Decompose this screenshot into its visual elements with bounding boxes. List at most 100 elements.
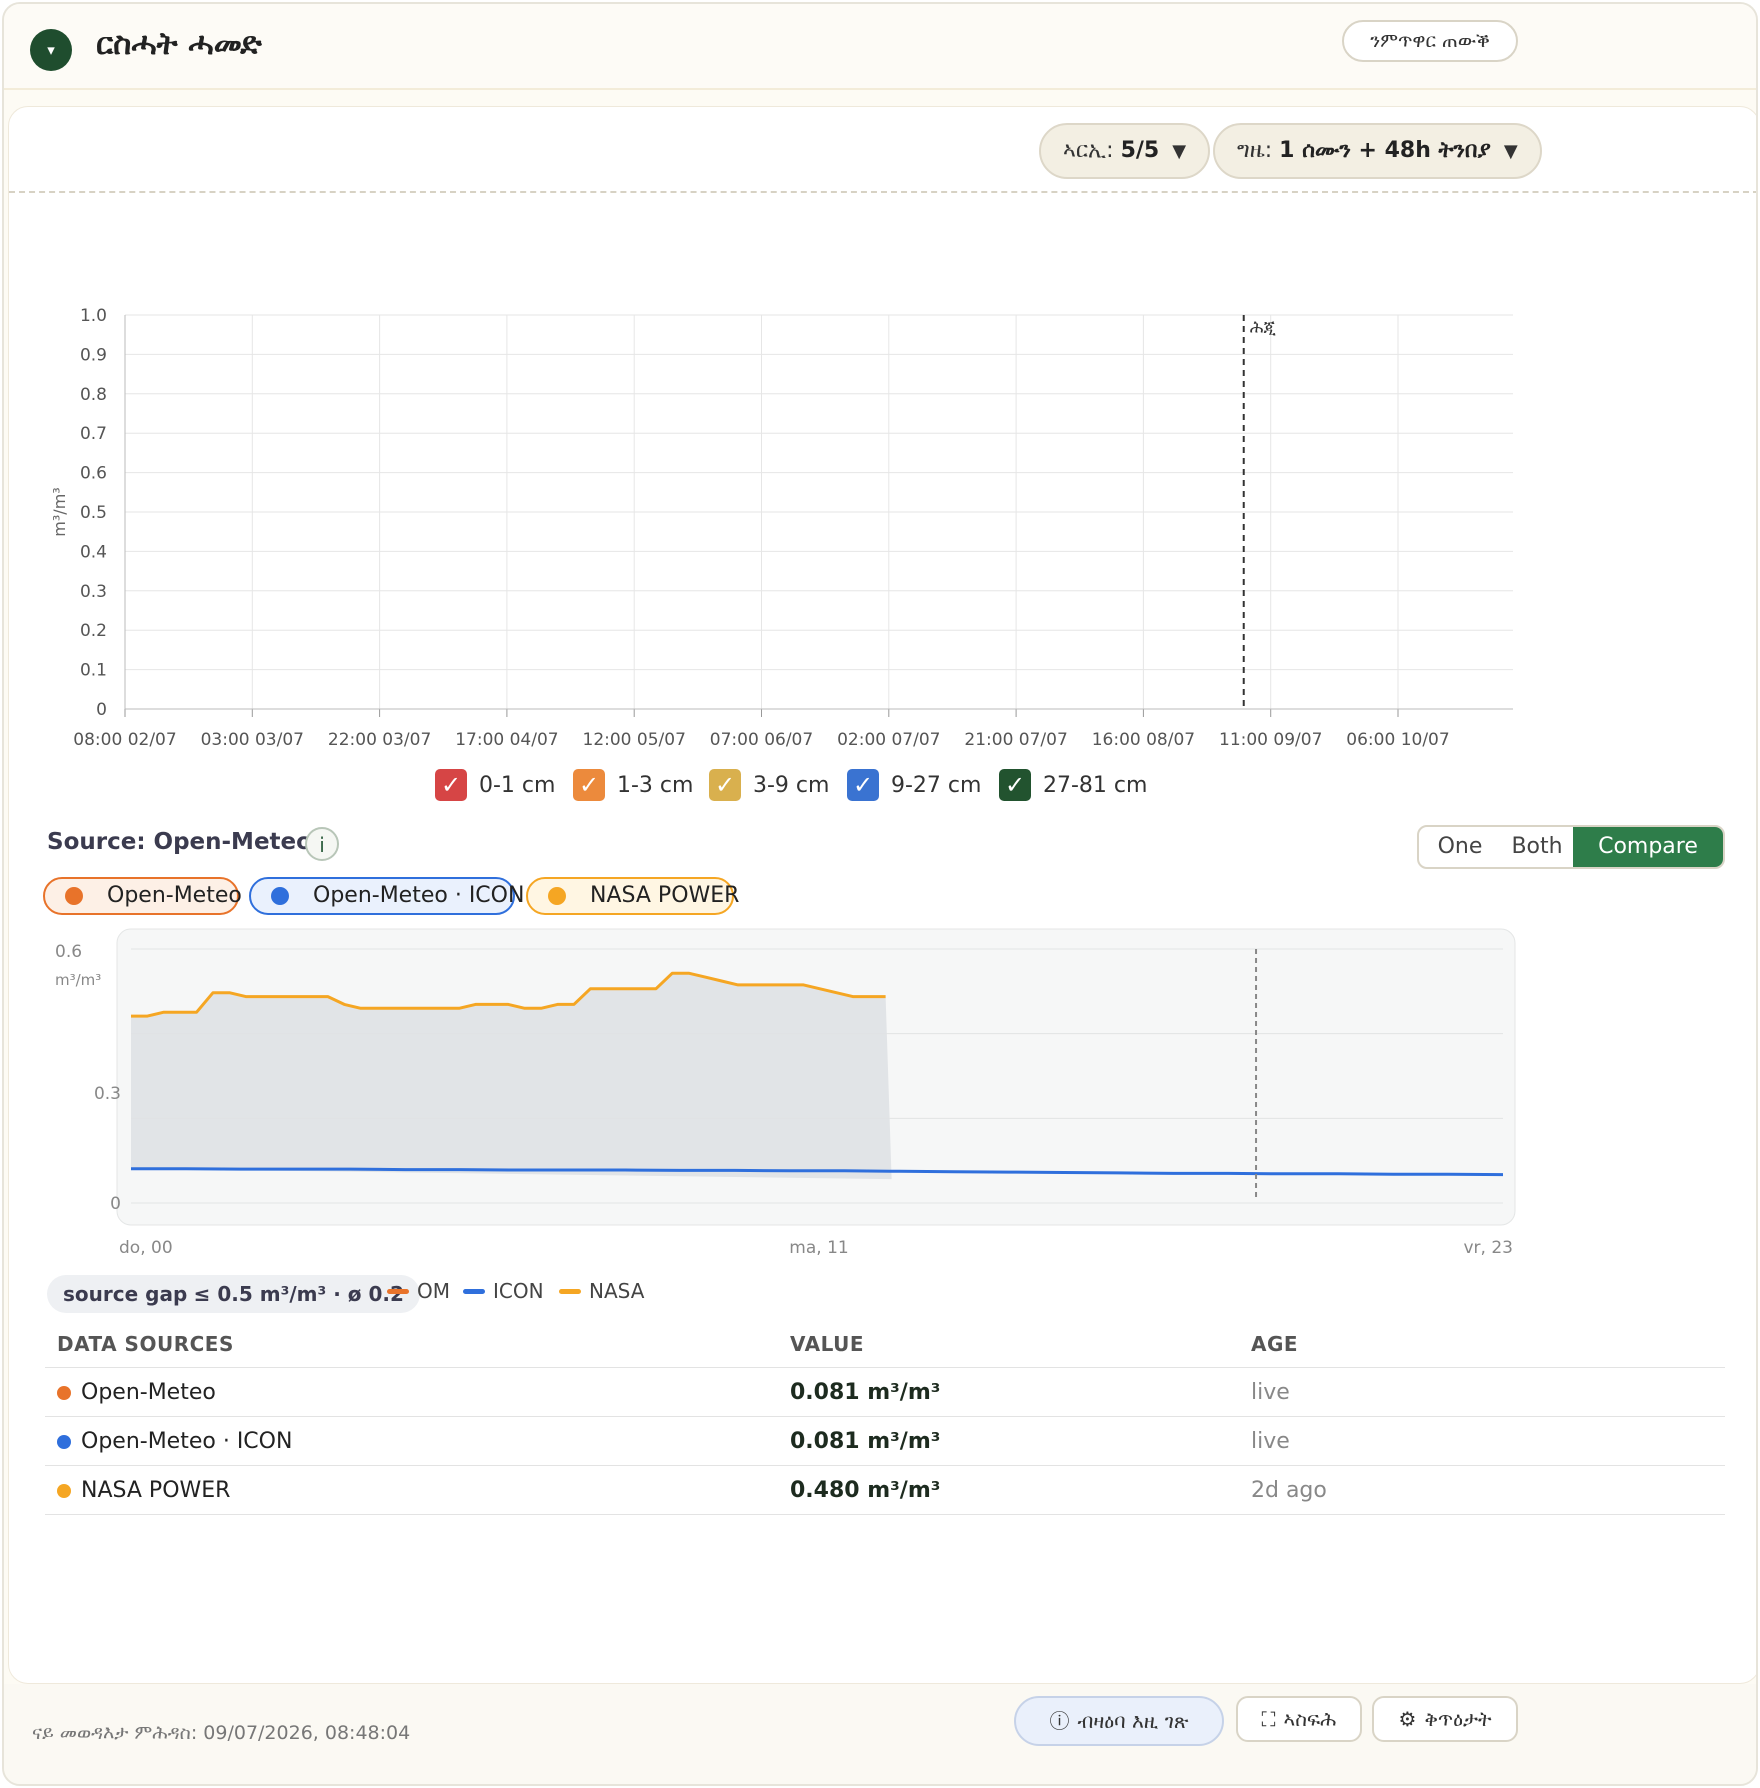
gap-badge-label: source gap xyxy=(63,1282,188,1306)
x-tick-label: 08:00 02/07 xyxy=(73,730,176,750)
source-chip-open-meteo[interactable]: Open-Meteo xyxy=(43,877,242,915)
legend-swatch xyxy=(463,1288,485,1294)
collapse-icon[interactable]: ▾ xyxy=(30,29,72,71)
depth-label: 1-3 cm xyxy=(617,772,694,798)
table-row: Open-Meteo 0.081 m³/m³ live xyxy=(45,1367,1725,1417)
source-chip-label: Open-Meteo · ICON xyxy=(313,883,525,908)
source-chip-icon[interactable]: Open-Meteo · ICON xyxy=(249,877,524,915)
source-chip-label: NASA POWER xyxy=(590,883,740,908)
divider xyxy=(9,191,1756,193)
about-page-label: ብዛዕባ እዚ ገጽ xyxy=(1077,1709,1189,1733)
mode-both-button[interactable]: Both xyxy=(1501,827,1573,867)
chevron-down-icon: ▼ xyxy=(1172,141,1187,162)
now-marker-label: ሕጂ xyxy=(1250,318,1277,338)
source-name-cell: Open-Meteo · ICON xyxy=(45,1416,778,1466)
source-gap-badge: source gap ≤ 0.5 m³/m³ · ø 0.2 xyxy=(47,1275,420,1313)
source-color-dot xyxy=(65,887,83,905)
depth-toggle-0-1-cm[interactable]: ✓ 0-1 cm xyxy=(435,767,555,803)
age-cell: live xyxy=(1239,1416,1725,1466)
x-tick-label: 06:00 10/07 xyxy=(1346,730,1449,750)
depth-selector[interactable]: ኣርኢ: 5/5 ▼ xyxy=(1039,123,1211,179)
y-tick-label: 0.4 xyxy=(80,542,107,562)
value-cell: 0.081 m³/m³ xyxy=(778,1367,1239,1417)
chevron-down-icon: ▼ xyxy=(1503,141,1518,162)
value-cell: 0.480 m³/m³ xyxy=(778,1465,1239,1515)
checkbox-icon: ✓ xyxy=(847,769,879,801)
depth-toggle-27-81-cm[interactable]: ✓ 27-81 cm xyxy=(999,767,1147,803)
gear-icon: ⚙ xyxy=(1398,1707,1417,1731)
table-row: Open-Meteo · ICON 0.081 m³/m³ live xyxy=(45,1416,1725,1466)
source-color-dot xyxy=(57,1483,71,1498)
soil-moisture-depth-chart[interactable]: 1.0 0.9 0.8 0.7 0.6 0.5 0.4 0.3 0.2 0.1 0 08:00 02/… xyxy=(9,197,1758,757)
y-tick-label: 1.0 xyxy=(80,306,107,326)
info-icon[interactable]: i xyxy=(305,827,339,861)
x-tick-label: vr, 23 xyxy=(1464,1238,1514,1258)
source-name-cell: NASA POWER xyxy=(45,1465,778,1515)
expand-button[interactable]: ⛶ ኣስፍሕ xyxy=(1236,1696,1362,1742)
info-icon: ⓘ xyxy=(1049,1709,1070,1733)
legend-swatch xyxy=(559,1288,581,1294)
about-page-button[interactable]: ⓘ ብዛዕባ እዚ ገጽ xyxy=(1014,1696,1224,1746)
depth-label: 27-81 cm xyxy=(1043,772,1148,798)
depth-label: 9-27 cm xyxy=(891,772,982,798)
expand-label: ኣስፍሕ xyxy=(1283,1707,1337,1731)
legend-item-icon: ICON xyxy=(463,1279,544,1303)
depth-toggle-9-27-cm[interactable]: ✓ 9-27 cm xyxy=(847,767,981,803)
widget-header: ▾ ርስሓት ሓመድ ንምጥዋር ጠውቕ xyxy=(4,4,1756,90)
x-tick-label: 12:00 05/07 xyxy=(583,730,686,750)
depth-legend: ✓ 0-1 cm ✓ 1-3 cm ✓ 3-9 cm ✓ 9-27 cm ✓ 27-81 cm xyxy=(9,767,1756,807)
value-cell: 0.081 m³/m³ xyxy=(778,1416,1239,1466)
source-mode-toggle: One Both Compare xyxy=(1417,825,1725,869)
source-color-dot xyxy=(548,887,566,905)
legend-label: ICON xyxy=(493,1279,544,1303)
column-header-sources: DATA SOURCES xyxy=(45,1321,778,1368)
legend-swatch xyxy=(387,1288,409,1294)
column-header-value: VALUE xyxy=(778,1321,1239,1368)
y-tick-label: 0.1 xyxy=(80,661,107,681)
y-tick-label: 0 xyxy=(96,700,107,720)
checkbox-icon: ✓ xyxy=(435,769,467,801)
mode-compare-button[interactable]: Compare xyxy=(1573,827,1723,867)
time-selector-label: ግዜ: xyxy=(1237,138,1273,163)
compare-button[interactable]: ንምጥዋር ጠውቕ xyxy=(1342,20,1518,62)
y-tick-label: 0.3 xyxy=(94,1084,121,1104)
x-tick-label: 02:00 07/07 xyxy=(837,730,940,750)
chart-card: ኣርኢ: 5/5 ▼ ግዜ: 1 ሰሙን + 48h ትንበያ ▼ 1.0 0.9… xyxy=(8,106,1758,1684)
source-name: NASA POWER xyxy=(81,1477,231,1503)
y-axis-unit: m³/m³ xyxy=(55,971,101,989)
gap-badge-value: ≤ 0.5 m³/m³ · ø 0.2 xyxy=(193,1282,404,1306)
widget-footer: ናይ መወዳእታ ምሕዳስ: 09/07/2026, 08:48:04 ⓘ ብዛዕ… xyxy=(4,1684,1756,1784)
y-tick-label: 0.2 xyxy=(80,621,107,641)
source-compare-chart[interactable]: 0.6 0.3 0 m³/m³ do, 00 ma, 11 vr, 23 xyxy=(9,919,1758,1269)
table-row: NASA POWER 0.480 m³/m³ 2d ago xyxy=(45,1465,1725,1515)
time-selector-value: 1 ሰሙን + 48h ትንበያ xyxy=(1279,138,1491,163)
legend-label: NASA xyxy=(589,1279,645,1303)
y-tick-label: 0.6 xyxy=(55,942,82,962)
age-cell: 2d ago xyxy=(1239,1465,1725,1515)
settings-button[interactable]: ⚙ ቅጥዕታት xyxy=(1372,1696,1518,1742)
depth-selector-label: ኣርኢ: xyxy=(1063,138,1114,163)
legend-item-om: OM xyxy=(387,1279,450,1303)
y-tick-label: 0.3 xyxy=(80,582,107,602)
widget-frame: ▾ ርስሓት ሓመድ ንምጥዋር ጠውቕ ኣርኢ: 5/5 ▼ ግዜ: 1 ሰሙ… xyxy=(2,2,1758,1786)
depth-toggle-3-9-cm[interactable]: ✓ 3-9 cm xyxy=(709,767,829,803)
legend-item-nasa: NASA xyxy=(559,1279,644,1303)
x-tick-label: 22:00 03/07 xyxy=(328,730,431,750)
checkbox-icon: ✓ xyxy=(999,769,1031,801)
x-tick-label: ma, 11 xyxy=(789,1238,848,1258)
y-tick-label: 0.7 xyxy=(80,424,107,444)
depth-selector-value: 5/5 xyxy=(1120,138,1160,163)
time-range-selector[interactable]: ግዜ: 1 ሰሙን + 48h ትንበያ ▼ xyxy=(1213,123,1542,179)
checkbox-icon: ✓ xyxy=(573,769,605,801)
mode-one-button[interactable]: One xyxy=(1419,827,1501,867)
source-name: Open-Meteo xyxy=(81,1379,216,1405)
y-tick-label: 0.5 xyxy=(80,503,107,523)
x-tick-label: 07:00 06/07 xyxy=(710,730,813,750)
y-tick-label: 0.6 xyxy=(80,464,107,484)
y-tick-label: 0.9 xyxy=(80,345,107,365)
source-chip-nasa-power[interactable]: NASA POWER xyxy=(526,877,739,915)
source-color-dot xyxy=(57,1385,71,1400)
depth-toggle-1-3-cm[interactable]: ✓ 1-3 cm xyxy=(573,767,693,803)
source-color-dot xyxy=(271,887,289,905)
data-sources-table: DATA SOURCES VALUE AGE Open-Meteo 0.081 … xyxy=(45,1321,1725,1515)
